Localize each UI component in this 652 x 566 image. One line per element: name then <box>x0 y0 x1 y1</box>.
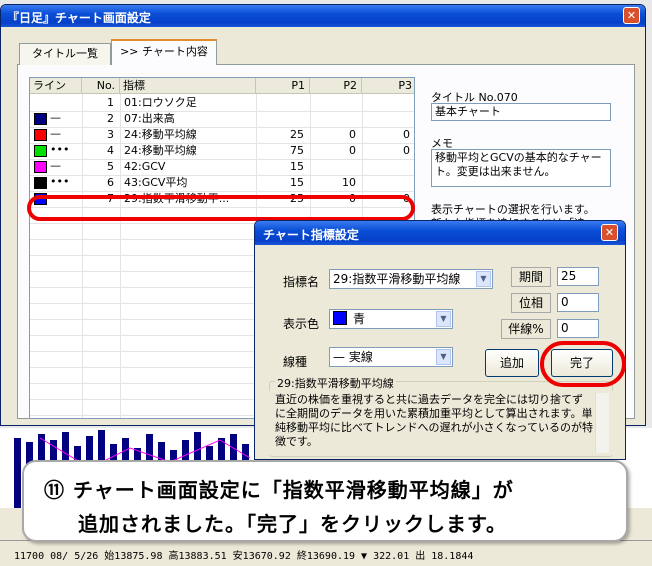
tab-title-list[interactable]: タイトル一覧 <box>19 43 111 65</box>
table-row[interactable]: ••• 6 43:GCV平均 15 10 <box>30 175 414 192</box>
status-bar: 11700 08/ 5/26 始13875.98 高13883.51 安1367… <box>0 540 652 566</box>
window-title: 『日足』チャート画面設定 <box>7 11 151 25</box>
cell-p1 <box>256 95 310 111</box>
dialog-titlebar[interactable]: チャート指標設定 ✕ <box>255 221 625 245</box>
header-p3[interactable]: P3 <box>362 78 414 94</box>
cell-p2 <box>310 111 362 127</box>
table-row[interactable]: ••• 4 24:移動平均線 75 0 0 <box>30 143 414 160</box>
line-color-swatch <box>34 113 47 125</box>
line-style: — <box>50 159 61 172</box>
phase-label: 位相 <box>511 293 551 313</box>
table-row[interactable]: — 5 42:GCV 15 <box>30 159 414 176</box>
header-no[interactable]: No. <box>82 78 120 94</box>
cell-p1: 15 <box>290 176 304 189</box>
cell-no: 4 <box>107 144 114 157</box>
indicator-select-value: 29:指数平滑移動平均線 <box>333 272 461 286</box>
period-label: 期間 <box>511 267 551 287</box>
header-line[interactable]: ライン <box>30 78 82 94</box>
done-highlight-annotation <box>540 341 626 387</box>
instruction-callout: ⑪ チャート画面設定に「指数平滑移動平均線」が 追加されました。「完了」をクリッ… <box>22 460 628 542</box>
line-style: ••• <box>50 175 70 188</box>
callout-line-1: ⑪ チャート画面設定に「指数平滑移動平均線」が <box>44 478 514 502</box>
color-select-value: 青 <box>353 312 366 326</box>
description-title: 29:指数平滑移動平均線 <box>275 375 396 391</box>
title-field[interactable]: 基本チャート <box>431 103 611 121</box>
status-text: 11700 08/ 5/26 始13875.98 高13883.51 安1367… <box>14 551 474 562</box>
header-p2[interactable]: P2 <box>310 78 362 94</box>
indicator-select[interactable]: 29:指数平滑移動平均線 ▼ <box>329 269 493 289</box>
cell-p2 <box>310 95 362 111</box>
dialog-title: チャート指標設定 <box>263 228 359 242</box>
cell-p2: 0 <box>349 144 356 157</box>
line-style: — <box>50 127 61 140</box>
indicator-settings-dialog: チャート指標設定 ✕ 指標名 29:指数平滑移動平均線 ▼ 表示色 青 ▼ 線種… <box>254 220 626 460</box>
chevron-down-icon[interactable]: ▼ <box>476 271 491 287</box>
description-text: 直近の株価を重視すると共に過去データを完全には切り捨てずに全期間のデータを用いた… <box>269 391 613 455</box>
row-highlight-annotation <box>27 195 415 221</box>
cell-p1: 25 <box>290 128 304 141</box>
cell-p3: 0 <box>403 128 410 141</box>
cell-name: 42:GCV <box>124 160 166 173</box>
callout-line-2: 追加されました。「完了」をクリックします。 <box>78 512 507 536</box>
window-titlebar[interactable]: 『日足』チャート画面設定 ✕ <box>1 5 645 27</box>
cell-no: 1 <box>107 96 114 109</box>
line-color-swatch <box>34 129 47 141</box>
chevron-down-icon[interactable]: ▼ <box>436 311 451 327</box>
table-row[interactable]: 1 01:ロウソク足 <box>30 95 414 112</box>
line-color-swatch <box>34 177 47 189</box>
color-select[interactable]: 青 ▼ <box>329 309 453 329</box>
cell-name: 01:ロウソク足 <box>124 96 197 109</box>
line-type-select[interactable]: — 実線 ▼ <box>329 347 453 367</box>
cell-no: 2 <box>107 112 114 125</box>
table-row[interactable]: — 3 24:移動平均線 25 0 0 <box>30 127 414 144</box>
cell-p2 <box>310 159 362 175</box>
cell-p2: 0 <box>349 128 356 141</box>
description-scrollbar[interactable] <box>595 393 609 453</box>
line-color-swatch <box>34 145 47 157</box>
cell-p1: 75 <box>290 144 304 157</box>
cell-no: 5 <box>107 160 114 173</box>
cell-p3: 0 <box>403 144 410 157</box>
phase-input[interactable]: 0 <box>557 293 599 312</box>
cell-name: 24:移動平均線 <box>124 128 197 141</box>
table-row[interactable]: — 2 07:出来高 <box>30 111 414 128</box>
list-header: ライン No. 指標 P1 P2 P3 <box>30 78 414 94</box>
tab-chart-content[interactable]: >> チャート内容 <box>111 39 217 65</box>
cell-p2: 10 <box>342 176 356 189</box>
period-input[interactable]: 25 <box>557 267 599 286</box>
cell-p3 <box>362 175 414 191</box>
line-color-swatch <box>34 161 47 173</box>
dialog-close-icon[interactable]: ✕ <box>601 224 618 241</box>
line-style: — <box>50 111 61 124</box>
header-p1[interactable]: P1 <box>256 78 310 94</box>
cell-name: 24:移動平均線 <box>124 144 197 157</box>
add-button[interactable]: 追加 <box>485 349 539 377</box>
cell-no: 6 <box>107 176 114 189</box>
close-icon[interactable]: ✕ <box>623 7 640 24</box>
cell-p3 <box>362 111 414 127</box>
chevron-down-icon[interactable]: ▼ <box>436 349 451 365</box>
cell-p1 <box>256 111 310 127</box>
line-type-value: — 実線 <box>333 350 373 364</box>
cell-name: 43:GCV平均 <box>124 176 188 189</box>
cell-name: 07:出来高 <box>124 112 175 125</box>
color-label: 表示色 <box>283 317 320 331</box>
deviation-input[interactable]: 0 <box>557 319 599 338</box>
line-type-label: 線種 <box>283 355 308 369</box>
header-indicator[interactable]: 指標 <box>120 78 256 94</box>
line-style: ••• <box>50 143 70 156</box>
indicator-name-label: 指標名 <box>283 275 320 289</box>
cell-p1: 15 <box>290 160 304 173</box>
deviation-label: 伴線% <box>501 319 551 339</box>
color-swatch <box>333 311 347 325</box>
cell-p3 <box>362 159 414 175</box>
cell-no: 3 <box>107 128 114 141</box>
cell-p3 <box>362 95 414 111</box>
memo-field[interactable]: 移動平均とGCVの基本的なチャート。変更は出来ません。 <box>431 149 611 187</box>
